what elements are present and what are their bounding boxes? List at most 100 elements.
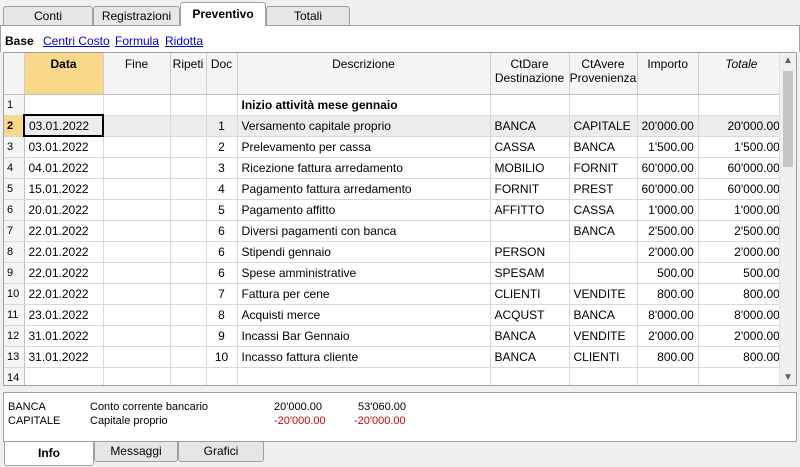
cell-totale[interactable]: 8'000.00 <box>698 304 785 326</box>
cell-ctavere[interactable] <box>569 94 638 116</box>
cell-ctdare[interactable]: BANCA <box>490 346 570 368</box>
cell-ctdare[interactable]: FORNIT <box>490 178 570 200</box>
cell-importo[interactable] <box>637 367 699 385</box>
cell-data[interactable]: 31.01.2022 <box>24 346 104 368</box>
view-formula[interactable]: Formula <box>115 34 159 48</box>
column-header-ripeti[interactable]: Ripeti <box>170 53 207 95</box>
cell-ctdare[interactable] <box>490 220 570 242</box>
cell-fine[interactable] <box>103 241 171 263</box>
cell-descrizione[interactable]: Diversi pagamenti con banca <box>237 220 491 242</box>
cell-descrizione[interactable]: Incassi Bar Gennaio <box>237 325 491 347</box>
cell-fine[interactable] <box>103 325 171 347</box>
table-row[interactable]: 13 31.01.2022 10 Incasso fattura cliente BAN… <box>4 346 785 368</box>
tab-totali[interactable]: Totali <box>266 6 350 26</box>
tab-registrazioni[interactable]: Registrazioni <box>93 6 180 26</box>
cell-doc[interactable] <box>206 367 238 385</box>
column-header-doc[interactable]: Doc <box>206 53 238 95</box>
cell-ripeti[interactable] <box>170 199 207 221</box>
cell-ctavere[interactable]: CASSA <box>569 199 638 221</box>
cell-fine[interactable] <box>103 367 171 385</box>
cell-data[interactable] <box>24 367 104 385</box>
cell-ctavere[interactable]: BANCA <box>569 136 638 158</box>
cell-descrizione[interactable]: Incasso fattura cliente <box>237 346 491 368</box>
tab-conti[interactable]: Conti <box>3 6 93 26</box>
cell-fine[interactable] <box>103 283 171 305</box>
table-row[interactable]: 11 23.01.2022 8 Acquisti merce ACQUST BANCA 8'… <box>4 304 785 326</box>
cell-importo[interactable]: 1'500.00 <box>637 136 699 158</box>
cell-importo[interactable]: 2'500.00 <box>637 220 699 242</box>
cell-doc[interactable]: 8 <box>206 304 238 326</box>
cell-doc[interactable]: 2 <box>206 136 238 158</box>
tab-preventivo[interactable]: Preventivo <box>180 2 266 26</box>
cell-fine[interactable] <box>103 304 171 326</box>
column-header-importo[interactable]: Importo <box>637 53 699 95</box>
cell-importo[interactable]: 2'000.00 <box>637 241 699 263</box>
cell-ripeti[interactable] <box>170 94 207 116</box>
cell-ctavere[interactable]: PREST <box>569 178 638 200</box>
view-centri-costo[interactable]: Centri Costo <box>43 34 110 48</box>
cell-ripeti[interactable] <box>170 136 207 158</box>
cell-ripeti[interactable] <box>170 346 207 368</box>
tab-grafici[interactable]: Grafici <box>178 442 264 462</box>
cell-ripeti[interactable] <box>170 367 207 385</box>
column-header-fine[interactable]: Fine <box>103 53 171 95</box>
cell-data[interactable]: 20.01.2022 <box>24 199 104 221</box>
cell-data[interactable] <box>24 94 104 116</box>
cell-data[interactable]: 31.01.2022 <box>24 325 104 347</box>
cell-importo[interactable]: 800.00 <box>637 283 699 305</box>
table-row[interactable]: 10 22.01.2022 7 Fattura per cene CLIENTI VEND… <box>4 283 785 305</box>
column-header-ctavere[interactable]: CtAvere Provenienza <box>569 53 638 95</box>
cell-totale[interactable]: 2'000.00 <box>698 241 785 263</box>
cell-fine[interactable] <box>103 115 171 137</box>
cell-ctdare[interactable]: ACQUST <box>490 304 570 326</box>
cell-ripeti[interactable] <box>170 262 207 284</box>
tab-messaggi[interactable]: Messaggi <box>94 442 178 462</box>
cell-ctavere[interactable] <box>569 241 638 263</box>
cell-descrizione[interactable]: Stipendi gennaio <box>237 241 491 263</box>
cell-doc[interactable]: 4 <box>206 178 238 200</box>
cell-ctdare[interactable]: AFFITTO <box>490 199 570 221</box>
cell-ctavere[interactable] <box>569 262 638 284</box>
cell-doc[interactable]: 9 <box>206 325 238 347</box>
cell-descrizione[interactable]: Inizio attività mese gennaio <box>237 94 491 116</box>
cell-ripeti[interactable] <box>170 304 207 326</box>
cell-fine[interactable] <box>103 220 171 242</box>
cell-fine[interactable] <box>103 178 171 200</box>
cell-doc[interactable]: 6 <box>206 241 238 263</box>
cell-ripeti[interactable] <box>170 115 207 137</box>
cell-importo[interactable]: 60'000.00 <box>637 178 699 200</box>
cell-doc[interactable]: 10 <box>206 346 238 368</box>
cell-importo[interactable]: 20'000.00 <box>637 115 699 137</box>
cell-doc[interactable]: 7 <box>206 283 238 305</box>
cell-ripeti[interactable] <box>170 178 207 200</box>
cell-ripeti[interactable] <box>170 325 207 347</box>
cell-ctdare[interactable]: BANCA <box>490 325 570 347</box>
cell-fine[interactable] <box>103 136 171 158</box>
cell-descrizione[interactable]: Pagamento affitto <box>237 199 491 221</box>
cell-doc[interactable]: 1 <box>206 115 238 137</box>
cell-descrizione[interactable]: Prelevamento per cassa <box>237 136 491 158</box>
cell-fine[interactable] <box>103 157 171 179</box>
table-row[interactable]: 8 22.01.2022 6 Stipendi gennaio PERSON 2'000.… <box>4 241 785 263</box>
cell-importo[interactable]: 60'000.00 <box>637 157 699 179</box>
cell-totale[interactable]: 60'000.00 <box>698 157 785 179</box>
scroll-up-icon[interactable]: ▲ <box>783 55 793 66</box>
cell-data[interactable]: 15.01.2022 <box>24 178 104 200</box>
cell-ctdare[interactable]: PERSON <box>490 241 570 263</box>
cell-ctdare[interactable]: SPESAM <box>490 262 570 284</box>
cell-ripeti[interactable] <box>170 241 207 263</box>
cell-importo[interactable] <box>637 94 699 116</box>
cell-descrizione[interactable]: Pagamento fattura arredamento <box>237 178 491 200</box>
cell-data[interactable]: 22.01.2022 <box>24 283 104 305</box>
cell-doc[interactable]: 6 <box>206 220 238 242</box>
table-row[interactable]: 1 Inizio attività mese gennaio <box>4 94 785 116</box>
cell-data[interactable]: 03.01.2022 <box>24 136 104 158</box>
table-row[interactable]: 9 22.01.2022 6 Spese amministrative SPESAM 50… <box>4 262 785 284</box>
table-row[interactable]: 5 15.01.2022 4 Pagamento fattura arredament… <box>4 178 785 200</box>
scroll-down-icon[interactable]: ▼ <box>783 372 793 383</box>
cell-ripeti[interactable] <box>170 220 207 242</box>
table-row[interactable]: 14 <box>4 367 785 385</box>
cell-ctavere[interactable]: BANCA <box>569 220 638 242</box>
cell-doc[interactable]: 5 <box>206 199 238 221</box>
cell-totale[interactable]: 2'500.00 <box>698 220 785 242</box>
